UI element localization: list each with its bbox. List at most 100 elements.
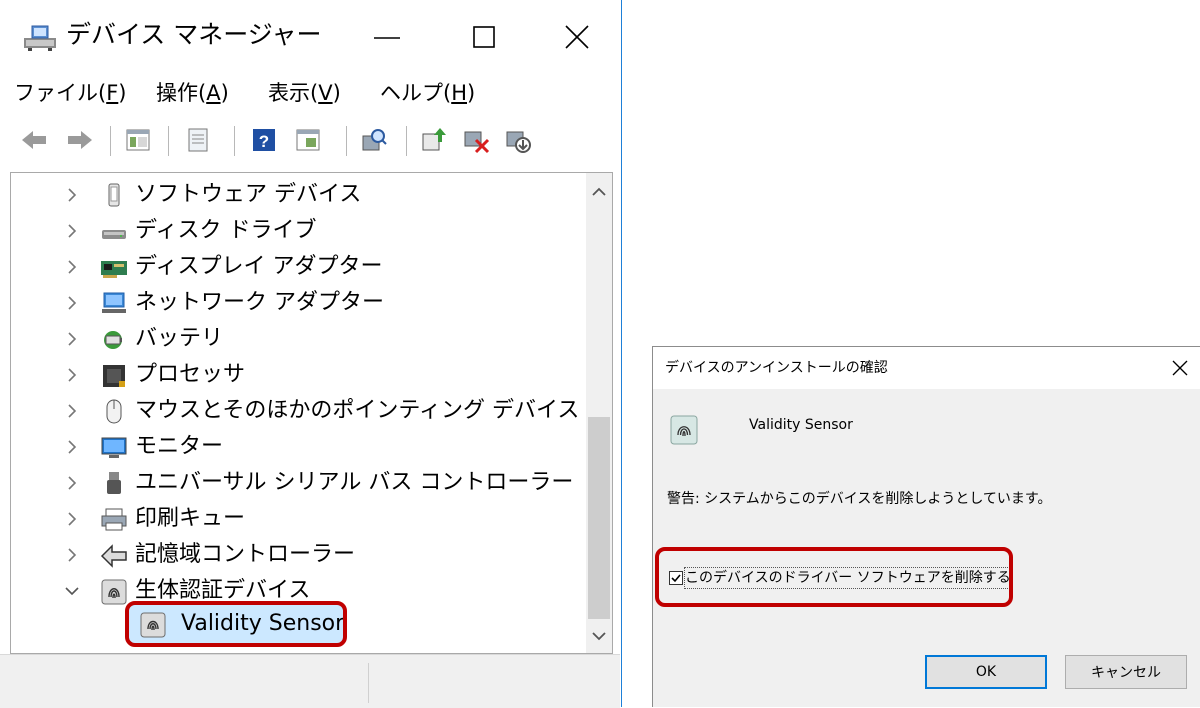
highlight-box [655, 547, 1013, 607]
menu-action-end: ) [220, 81, 229, 105]
toolbar-separator [168, 126, 169, 156]
processor-icon [103, 365, 125, 387]
tree-item[interactable]: ソフトウェア デバイス [11, 177, 581, 213]
dialog-device-name: Validity Sensor [749, 417, 853, 433]
display-adapter-icon [101, 261, 127, 278]
tree-item-label: マウスとそのほかのポインティング デバイス [135, 398, 580, 423]
tree-item[interactable]: ディスク ドライブ [11, 213, 581, 249]
toolbar-separator [406, 126, 407, 156]
chevron-right-icon[interactable] [63, 509, 81, 529]
back-arrow-icon[interactable] [20, 126, 48, 154]
chevron-right-icon[interactable] [63, 293, 81, 313]
chevron-right-icon[interactable] [63, 329, 81, 349]
menu-help-key: H [451, 81, 467, 105]
mouse-icon [106, 399, 122, 424]
battery-icon [104, 331, 122, 349]
tree-item[interactable]: ユニバーサル シリアル バス コントローラー [11, 465, 581, 501]
menu-help-text: ヘルプ( [380, 81, 452, 105]
monitor-icon [101, 437, 127, 458]
storage-controller-icon [100, 544, 127, 568]
dialog-close-button[interactable] [1160, 351, 1200, 385]
chevron-right-icon[interactable] [63, 437, 81, 457]
menu-help[interactable]: ヘルプ(H) [380, 76, 475, 110]
tree-item[interactable]: ネットワーク アダプター [11, 285, 581, 321]
close-icon [565, 25, 589, 49]
update-driver-icon[interactable] [420, 126, 448, 154]
menu-view[interactable]: 表示(V) [268, 76, 341, 110]
tree-item[interactable]: プロセッサ [11, 357, 581, 393]
toolbar-separator [234, 126, 235, 156]
tree-item-label: プロセッサ [135, 362, 246, 387]
forward-arrow-icon[interactable] [66, 126, 94, 154]
chevron-right-icon[interactable] [63, 365, 81, 385]
tree-item-label: バッテリ [135, 326, 224, 351]
chevron-right-icon[interactable] [63, 221, 81, 241]
maximize-button[interactable] [452, 10, 516, 64]
vertical-scrollbar[interactable] [586, 173, 612, 653]
menu-action-text: 操作( [156, 81, 207, 105]
tree-item-label: ユニバーサル シリアル バス コントローラー [135, 470, 574, 495]
properties-list-icon[interactable] [124, 126, 152, 154]
minimize-button[interactable] [355, 10, 419, 64]
menu-bar: ファイル(F) 操作(A) 表示(V) ヘルプ(H) [0, 72, 620, 116]
tree-item-label: 印刷キュー [135, 506, 246, 531]
svg-text:?: ? [259, 132, 269, 151]
view-icon[interactable] [294, 126, 322, 154]
chevron-up-icon [592, 187, 606, 196]
uninstall-device-icon[interactable] [462, 126, 490, 154]
dialog-title-bar[interactable]: デバイスのアンインストールの確認 [653, 347, 1200, 389]
cancel-button[interactable]: キャンセル [1065, 655, 1187, 689]
ok-button[interactable]: OK [925, 655, 1047, 689]
help-icon[interactable]: ? [250, 126, 278, 154]
document-icon[interactable] [184, 126, 212, 154]
scroll-up-button[interactable] [586, 179, 612, 205]
menu-view-text: 表示( [268, 81, 319, 105]
chevron-right-icon[interactable] [63, 185, 81, 205]
tree-item-label: モニター [135, 434, 224, 459]
chevron-down-icon[interactable] [63, 581, 81, 601]
menu-view-end: ) [332, 81, 341, 105]
toolbar: ? [0, 116, 620, 164]
chevron-right-icon[interactable] [63, 473, 81, 493]
tree-item[interactable]: ディスプレイ アダプター [11, 249, 581, 285]
menu-view-key: V [318, 81, 333, 105]
tree-item-label: ソフトウェア デバイス [135, 182, 362, 207]
tree-item-label: ディスク ドライブ [135, 218, 317, 243]
menu-action[interactable]: 操作(A) [156, 76, 229, 110]
uninstall-confirm-dialog: デバイスのアンインストールの確認 Validity Sensor 警告: システ… [652, 346, 1200, 707]
tree-item-label: ディスプレイ アダプター [135, 254, 383, 279]
software-device-icon [108, 183, 120, 207]
status-divider [368, 663, 369, 703]
tree-item[interactable]: 印刷キュー [11, 501, 581, 537]
scroll-down-button[interactable] [586, 623, 612, 649]
scan-hardware-icon[interactable] [360, 126, 388, 154]
chevron-right-icon[interactable] [63, 401, 81, 421]
toolbar-separator [110, 126, 111, 156]
tree-item-validity-sensor[interactable]: Validity Sensor [125, 601, 347, 647]
title-bar[interactable]: デバイス マネージャー [0, 0, 622, 72]
menu-file[interactable]: ファイル(F) [14, 76, 127, 110]
dialog-title: デバイスのアンインストールの確認 [665, 360, 888, 376]
chevron-right-icon[interactable] [63, 257, 81, 277]
window-title: デバイス マネージャー [66, 20, 322, 49]
device-manager-window: デバイス マネージャー ファイル(F) 操作(A) 表示(V) ヘルプ(H) ?… [0, 0, 622, 708]
highlight-box [125, 601, 347, 647]
chevron-down-icon [592, 632, 606, 641]
disable-device-icon[interactable] [504, 126, 532, 154]
tree-item[interactable]: モニター [11, 429, 581, 465]
tree-item[interactable]: バッテリ [11, 321, 581, 357]
minimize-icon [374, 37, 400, 39]
menu-file-text: ファイル( [14, 81, 107, 105]
close-icon [1172, 360, 1188, 376]
tree-item[interactable]: 記憶域コントローラー [11, 537, 581, 573]
tree-item-label: ネットワーク アダプター [135, 290, 384, 315]
scroll-thumb[interactable] [588, 417, 610, 619]
maximize-icon [473, 26, 495, 48]
menu-file-end: ) [118, 81, 127, 105]
close-button[interactable] [545, 10, 609, 64]
device-tree[interactable]: ソフトウェア デバイス ディスク ドライブディスプレイ アダプター ネットワーク ア… [10, 172, 613, 654]
disk-drive-icon [102, 230, 126, 239]
status-bar [0, 654, 620, 708]
chevron-right-icon[interactable] [63, 545, 81, 565]
tree-item[interactable]: マウスとそのほかのポインティング デバイス [11, 393, 581, 429]
